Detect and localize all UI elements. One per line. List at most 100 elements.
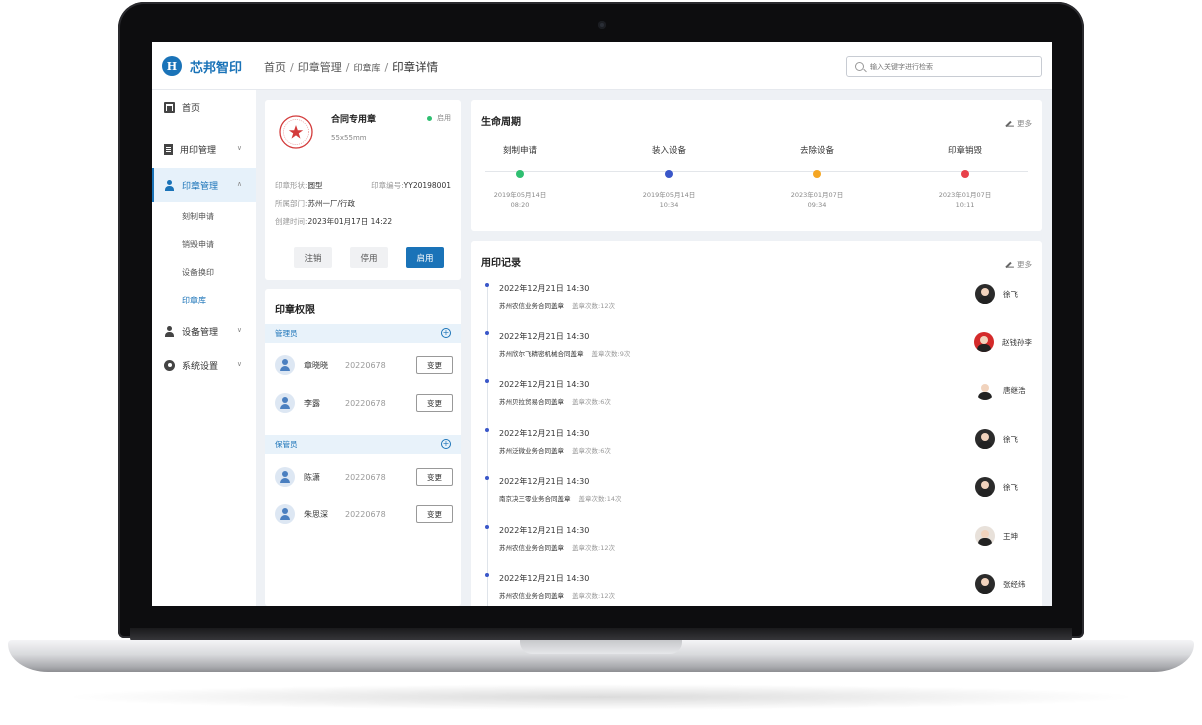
record-item[interactable]: 2022年12月21日 14:30 苏州欣尔飞精密机械合同盖章 盖章次数:9次 赵…: [481, 331, 1032, 371]
record-item[interactable]: 2022年12月21日 14:30 苏州农信业务合同盖章 盖章次数:12次 王坤: [481, 525, 1032, 565]
lifecycle-more-link[interactable]: 更多: [1005, 118, 1032, 129]
seal-shape-label: 印章形状:: [275, 181, 308, 190]
role-header-admin: 管理员 +: [265, 324, 461, 343]
record-user: 徐飞: [975, 284, 1032, 304]
change-member-button[interactable]: 变更: [416, 505, 453, 523]
record-item[interactable]: 2022年12月21日 14:30 苏州贝拉贸易合同盖章 盖章次数:6次 唐继浩: [481, 379, 1032, 419]
timeline-dot-icon: [485, 476, 489, 480]
record-item[interactable]: 2022年12月21日 14:30 苏州农信业务合同盖章 盖章次数:12次 徐飞: [481, 283, 1032, 323]
sidebar-item-device-management[interactable]: 设备管理 ∨: [152, 314, 256, 348]
records-more-link[interactable]: 更多: [1005, 259, 1032, 270]
cancel-seal-button[interactable]: 注销: [294, 247, 332, 268]
chevron-down-icon: ∨: [236, 326, 242, 334]
chevron-down-icon: ∨: [236, 360, 242, 368]
record-datetime: 2022年12月21日 14:30: [499, 332, 590, 341]
seal-code-label: 印章编号:: [371, 181, 404, 190]
record-doc: 苏州农信业务合同盖章: [499, 592, 564, 600]
laptop-shadow: [60, 684, 1142, 710]
record-count: 12次: [600, 592, 615, 600]
stage-dot-icon: [665, 170, 673, 178]
sidebar-subitem-destroy-request[interactable]: 销毁申请: [152, 230, 256, 258]
record-datetime: 2022年12月21日 14:30: [499, 526, 590, 535]
avatar: [975, 574, 995, 594]
record-description: 南京决三零业务合同盖章 盖章次数:14次: [499, 493, 621, 503]
timeline-dot-icon: [485, 428, 489, 432]
document-icon: [164, 143, 173, 155]
role-name: 管理员: [275, 329, 298, 338]
stage-label: 去除设备: [799, 146, 834, 156]
disable-seal-button[interactable]: 停用: [350, 247, 388, 268]
lifecycle-title: 生命周期: [481, 117, 521, 128]
stage-date: 2019年05月14日: [493, 191, 547, 199]
breadcrumb-separator: /: [290, 60, 294, 74]
user-name: 赵钱孙李: [1002, 337, 1032, 347]
record-description: 苏州欣尔飞精密机械合同盖章 盖章次数:9次: [499, 348, 630, 358]
member-row: 陈潇 20220678 变更: [275, 466, 453, 488]
seal-created-row: 创建时间:2023年01月17日 14:22: [275, 216, 392, 227]
breadcrumb-separator: /: [384, 60, 389, 74]
avatar-icon: [275, 467, 295, 487]
record-item[interactable]: 2022年12月21日 14:30 苏州农信业务合同盖章 盖章次数:12次 张经纬: [481, 573, 1032, 606]
member-name: 朱思深: [304, 509, 328, 519]
status-dot-icon: [427, 115, 432, 121]
seal-created-value: 2023年01月17日 14:22: [307, 217, 393, 226]
enable-seal-button[interactable]: 启用: [406, 247, 444, 268]
timeline-dot-icon: [485, 525, 489, 529]
breadcrumb-seal-library[interactable]: 印章库: [353, 61, 380, 74]
user-name: 王坤: [1003, 531, 1018, 541]
avatar: [975, 477, 995, 497]
record-user: 张经纬: [975, 574, 1032, 594]
role-name: 保管员: [275, 440, 298, 449]
member-id: 20220678: [345, 398, 386, 408]
sidebar-subitem-device-swap[interactable]: 设备换印: [152, 258, 256, 286]
top-bar: H 芯邦智印 首页 / 印章管理 / 印章库 / 印章详情: [152, 42, 1052, 90]
app-logo[interactable]: H 芯邦智印: [162, 56, 242, 76]
sidebar-item-usage-management[interactable]: 用印管理 ∨: [152, 132, 256, 166]
sidebar-item-label: 用印管理: [180, 145, 217, 156]
stage-date: 2019年05月14日: [642, 191, 696, 199]
sidebar-item-system-settings[interactable]: 系统设置 ∨: [152, 348, 256, 382]
lifecycle-stage: 刻制申请 2019年05月14日 08:20: [460, 144, 580, 210]
add-admin-icon[interactable]: +: [441, 328, 451, 338]
seal-size: 55x55mm: [331, 134, 367, 142]
stage-date: 2023年01月07日: [938, 191, 992, 199]
sidebar-subitem-engrave-request[interactable]: 刻制申请: [152, 202, 256, 230]
record-datetime: 2022年12月21日 14:30: [499, 477, 590, 486]
breadcrumb-seal-management[interactable]: 印章管理: [298, 59, 342, 75]
more-label: 更多: [1017, 119, 1032, 128]
sidebar-item-label: 设备管理: [182, 327, 219, 338]
avatar: [975, 429, 995, 449]
role-header-keeper: 保管员 +: [265, 435, 461, 454]
record-item[interactable]: 2022年12月21日 14:30 苏州泛微业务合同盖章 盖章次数:6次 徐飞: [481, 428, 1032, 468]
member-name: 章晓晓: [304, 360, 328, 370]
search-icon: [855, 62, 864, 71]
record-doc: 苏州农信业务合同盖章: [499, 302, 564, 310]
edit-icon: [1005, 120, 1012, 127]
change-member-button[interactable]: 变更: [416, 468, 453, 486]
member-id: 20220678: [345, 472, 386, 482]
search-box[interactable]: [846, 56, 1042, 77]
seal-name: 合同专用章: [331, 115, 377, 125]
change-member-button[interactable]: 变更: [416, 356, 453, 374]
change-member-button[interactable]: 变更: [416, 394, 453, 412]
record-count: 14次: [606, 495, 622, 503]
breadcrumb: 首页 / 印章管理 / 印章库 / 印章详情: [264, 59, 438, 75]
sidebar-item-home[interactable]: 首页: [152, 90, 256, 124]
avatar: [975, 284, 995, 304]
member-row: 朱思深 20220678 变更: [275, 503, 453, 525]
stage-time: 08:20: [510, 201, 530, 209]
sidebar-item-seal-management[interactable]: 印章管理 ∧: [152, 168, 256, 202]
user-name: 徐飞: [1003, 289, 1018, 299]
search-input[interactable]: [870, 62, 1030, 71]
avatar-icon: [275, 393, 295, 413]
seal-dept-row: 所属部门:苏州一厂/行政: [275, 198, 355, 209]
record-item[interactable]: 2022年12月21日 14:30 南京决三零业务合同盖章 盖章次数:14次 徐飞: [481, 476, 1032, 516]
add-keeper-icon[interactable]: +: [441, 439, 451, 449]
breadcrumb-home[interactable]: 首页: [264, 59, 286, 75]
record-doc: 苏州贝拉贸易合同盖章: [499, 398, 564, 406]
sidebar-subitem-seal-library[interactable]: 印章库: [152, 286, 256, 314]
avatar-icon: [275, 355, 295, 375]
usage-records-card: 用印记录 更多 2022年12月21日 14:30 苏州农信业务合同盖章 盖章次数…: [471, 241, 1042, 606]
seal-created-label: 创建时间:: [275, 217, 308, 226]
stage-label: 印章销毁: [947, 146, 982, 156]
